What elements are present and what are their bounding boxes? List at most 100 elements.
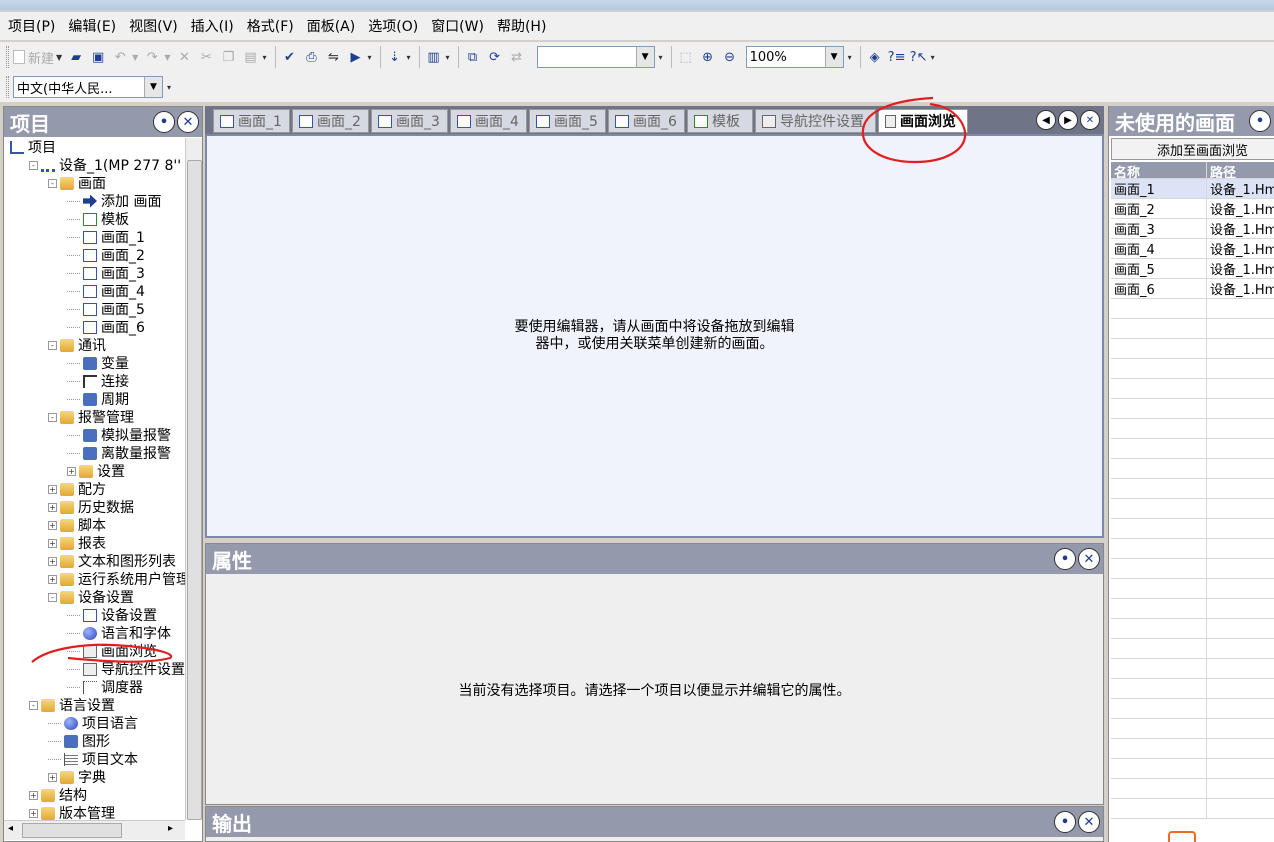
tree-item[interactable]: 画面_3 [67, 264, 145, 282]
check-button[interactable]: ✔ [280, 46, 300, 68]
tree-item[interactable]: - 语言设置 [29, 696, 115, 714]
runtime-button[interactable]: ▶ [346, 46, 366, 68]
table-row[interactable]: 画面_4 设备_1.Hm [1111, 239, 1274, 259]
tree-item[interactable]: 添加 画面 [67, 192, 161, 210]
scrollbar-thumb[interactable] [22, 823, 122, 838]
copy-button[interactable]: ❐ [218, 46, 238, 68]
tree-item[interactable]: - 画面 [48, 174, 106, 192]
expand-icon[interactable]: + [48, 772, 57, 782]
collapse-icon[interactable]: - [29, 160, 38, 170]
menu-options[interactable]: 选项(O) [364, 16, 427, 36]
redo-button[interactable]: ↷ [142, 46, 162, 68]
help-button[interactable]: ?≡ [887, 46, 907, 68]
runtime-dropdown-arrow[interactable]: ▾ [368, 53, 372, 62]
table-row[interactable]: 画面_1 设备_1.Hm [1111, 179, 1274, 199]
replace-button[interactable]: ⇄ [507, 46, 527, 68]
tree-item[interactable]: - 设备设置 [48, 588, 134, 606]
new-dropdown-arrow[interactable]: ▼ [56, 53, 62, 62]
zoom-select[interactable]: 100% ▼ [745, 46, 844, 68]
tab-screen-6[interactable]: 画面_6 [608, 109, 685, 133]
tree-item[interactable]: + 报表 [48, 534, 106, 552]
undo-button[interactable]: ↶ [110, 46, 130, 68]
object-selector-more-arrow[interactable]: ▾ [659, 53, 663, 62]
align-dropdown-arrow[interactable]: ▾ [446, 53, 450, 62]
scroll-left-icon[interactable]: ◂ [8, 823, 13, 834]
zoom-area-button[interactable]: ⬚ [676, 46, 696, 68]
redo-dropdown-arrow[interactable]: ▼ [164, 53, 170, 62]
expand-icon[interactable]: + [48, 574, 57, 584]
transfer-button[interactable]: ⇋ [324, 46, 344, 68]
zoom-in-button[interactable]: ⊕ [698, 46, 718, 68]
menu-window[interactable]: 窗口(W) [427, 16, 493, 36]
library-button[interactable]: ◈ [865, 46, 885, 68]
tree-item[interactable]: + 版本管理 [29, 804, 115, 820]
taskbar-app-icon[interactable] [1168, 831, 1196, 842]
paste-button[interactable]: ▤ [240, 46, 260, 68]
find-button[interactable]: ⧉ [463, 46, 483, 68]
tree-item[interactable]: 画面_6 [67, 318, 145, 336]
tree-item[interactable]: 画面_2 [67, 246, 145, 264]
pin-icon[interactable]: • [1249, 110, 1271, 132]
undo-dropdown-arrow[interactable]: ▼ [132, 53, 138, 62]
column-header-path[interactable]: 路径 [1207, 162, 1274, 178]
tree-item[interactable]: + 字典 [48, 768, 106, 786]
expand-icon[interactable]: + [67, 466, 76, 476]
tab-screen-5[interactable]: 画面_5 [529, 109, 606, 133]
table-row[interactable]: 画面_2 设备_1.Hm [1111, 199, 1274, 219]
collapse-icon[interactable]: - [48, 592, 57, 602]
table-row[interactable]: 画面_6 设备_1.Hm [1111, 279, 1274, 299]
tree-item[interactable]: 语言和字体 [67, 624, 171, 642]
tree-item[interactable]: 模板 [67, 210, 129, 228]
tree-item[interactable]: 画面_5 [67, 300, 145, 318]
chevron-down-icon[interactable]: ▼ [824, 47, 843, 67]
project-tree-hscrollbar[interactable]: ◂ ▸ [4, 820, 185, 840]
tree-item[interactable]: 模拟量报警 [67, 426, 171, 444]
expand-icon[interactable]: + [48, 484, 57, 494]
tab-navigation-control-settings[interactable]: 导航控件设置 [755, 109, 876, 133]
expand-icon[interactable]: + [48, 520, 57, 530]
tree-item[interactable]: 画面浏览 [67, 642, 157, 660]
close-icon[interactable]: ✕ [177, 111, 199, 133]
tree-item[interactable]: + 历史数据 [48, 498, 134, 516]
object-selector[interactable]: ▼ [536, 46, 655, 68]
tab-template[interactable]: 模板 [687, 109, 753, 133]
tree-item[interactable]: + 配方 [48, 480, 106, 498]
zoom-out-button[interactable]: ⊖ [720, 46, 740, 68]
tree-item[interactable]: 离散量报警 [67, 444, 171, 462]
delete-button[interactable]: ✕ [174, 46, 194, 68]
close-icon[interactable]: ✕ [1078, 811, 1100, 833]
tree-item[interactable]: 变量 [67, 354, 129, 372]
tab-scroll-left-icon[interactable]: ◀ [1036, 110, 1056, 130]
pin-icon[interactable]: • [153, 111, 175, 133]
scrollbar-thumb[interactable] [187, 160, 202, 820]
chevron-down-icon[interactable]: ▼ [635, 47, 654, 67]
menu-panel[interactable]: 面板(A) [303, 16, 365, 36]
collapse-icon[interactable]: - [29, 700, 38, 710]
toolbar-more-arrow[interactable]: ▾ [262, 53, 266, 62]
language-select[interactable]: 中文(中华人民... ▼ [13, 76, 163, 98]
tree-item[interactable]: + 结构 [29, 786, 87, 804]
chevron-down-icon[interactable]: ▼ [144, 77, 162, 97]
tab-screen-navigation[interactable]: 画面浏览 [878, 109, 968, 133]
toolbar-grip[interactable] [6, 76, 9, 98]
menu-project[interactable]: 项目(P) [4, 16, 64, 36]
expand-icon[interactable]: + [48, 502, 57, 512]
context-help-button[interactable]: ?↖ [909, 46, 929, 68]
cross-reference-button[interactable]: ⟳ [485, 46, 505, 68]
menu-format[interactable]: 格式(F) [243, 16, 303, 36]
tree-item[interactable]: 调度器 [67, 678, 143, 696]
collapse-icon[interactable]: - [48, 412, 57, 422]
download-button[interactable]: ⇣ [385, 46, 405, 68]
expand-icon[interactable]: + [48, 538, 57, 548]
tree-item[interactable]: 项目语言 [48, 714, 138, 732]
tree-item[interactable]: 周期 [67, 390, 129, 408]
expand-icon[interactable]: + [29, 790, 38, 800]
pin-icon[interactable]: • [1054, 548, 1076, 570]
scroll-right-icon[interactable]: ▸ [168, 823, 173, 834]
tree-item[interactable]: + 脚本 [48, 516, 106, 534]
expand-icon[interactable]: + [48, 556, 57, 566]
table-row[interactable]: 画面_5 设备_1.Hm [1111, 259, 1274, 279]
tree-item[interactable]: - 设备_1(MP 277 8'' [29, 156, 181, 174]
tree-item[interactable]: 画面_1 [67, 228, 145, 246]
tab-scroll-right-icon[interactable]: ▶ [1058, 110, 1078, 130]
